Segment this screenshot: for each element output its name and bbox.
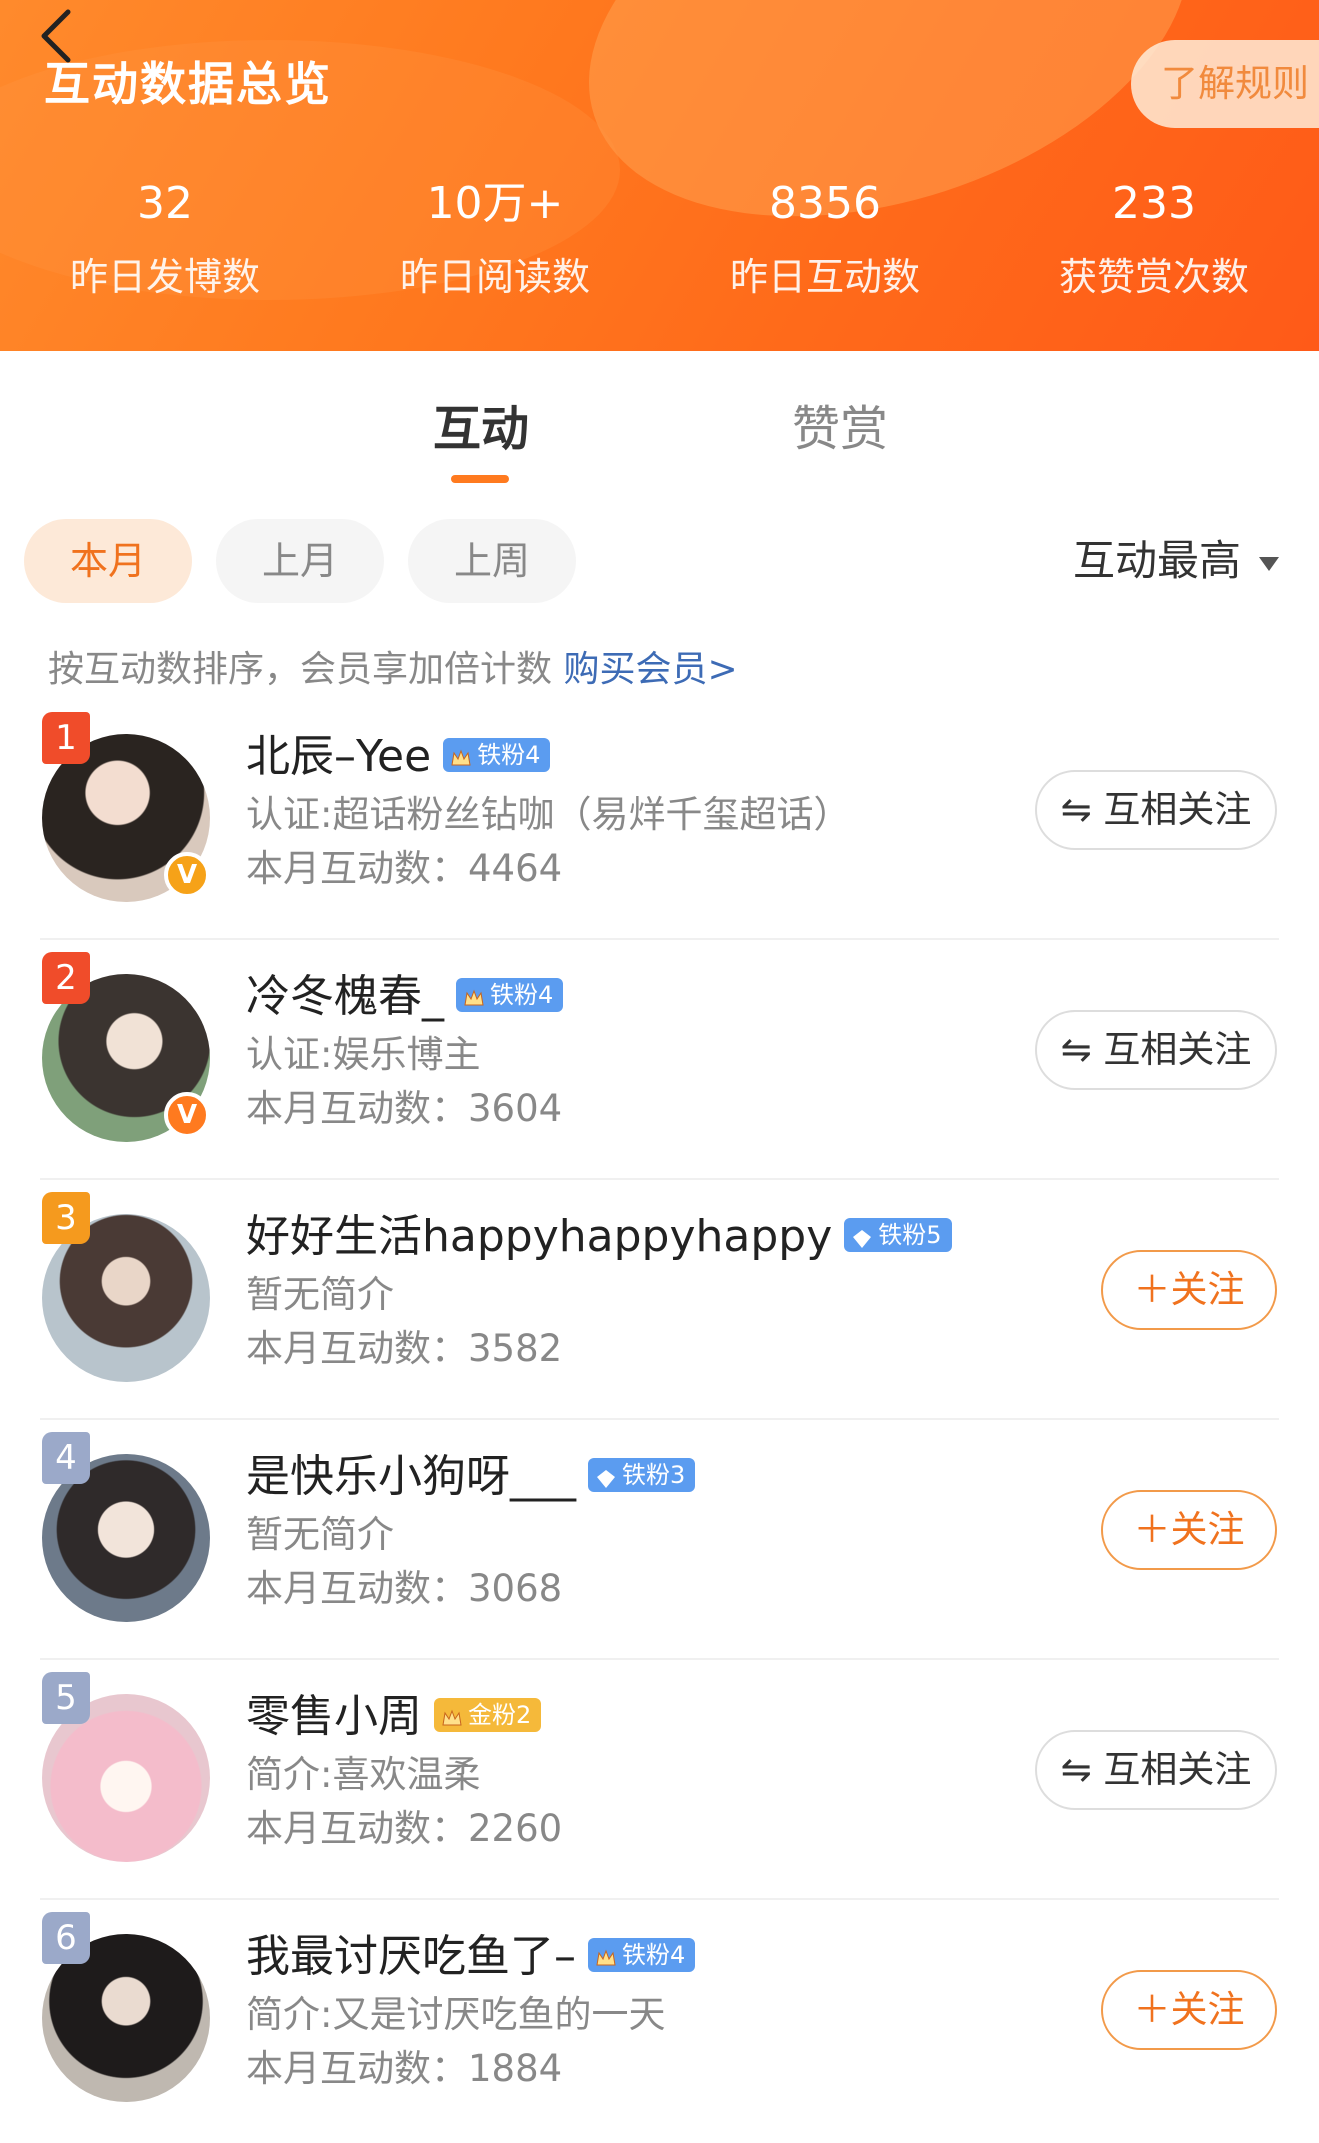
rank-badge: 6 bbox=[42, 1912, 90, 1964]
tab-active-indicator bbox=[451, 475, 509, 483]
mutual-follow-button[interactable]: ⇋ 互相关注 bbox=[1035, 770, 1277, 850]
diamond-icon bbox=[852, 1224, 872, 1248]
sort-label: 互动最高 bbox=[1072, 536, 1241, 585]
user-name[interactable]: 好好生活happyhappyhappy bbox=[246, 1211, 832, 1262]
fan-level-badge: 铁粉4 bbox=[456, 978, 564, 1012]
interaction-count: 本月互动数：2260 bbox=[246, 1807, 563, 1850]
user-name-line: 我最讨厌吃鱼了– 铁粉4 bbox=[246, 1920, 696, 1984]
crown-icon bbox=[451, 744, 471, 766]
follow-button[interactable]: ＋关注 bbox=[1101, 1250, 1277, 1330]
stat-value: 10万+ bbox=[426, 178, 564, 229]
stat-value: 32 bbox=[137, 178, 193, 229]
user-name-line: 零售小周 金粉2 bbox=[246, 1680, 542, 1744]
stat-interactions: 8356 昨日互动数 bbox=[660, 178, 990, 301]
interaction-count: 本月互动数：4464 bbox=[246, 847, 563, 890]
user-description: 暂无简介 bbox=[246, 1273, 394, 1316]
rank-badge: 2 bbox=[42, 952, 90, 1004]
interaction-count: 本月互动数：1884 bbox=[246, 2047, 563, 2090]
stat-label: 获赞赏次数 bbox=[1058, 255, 1249, 299]
user-name-line: 是快乐小狗呀___ 铁粉3 bbox=[246, 1440, 696, 1504]
fan-level-label: 铁粉5 bbox=[878, 1221, 942, 1249]
fan-level-label: 铁粉4 bbox=[490, 981, 554, 1009]
stat-label: 昨日互动数 bbox=[729, 255, 920, 299]
period-last-week[interactable]: 上周 bbox=[408, 519, 576, 603]
user-name-line: 好好生活happyhappyhappy 铁粉5 bbox=[246, 1200, 952, 1264]
hint-text: 按互动数排序，会员享加倍计数 bbox=[48, 649, 553, 690]
mutual-follow-button[interactable]: ⇋ 互相关注 bbox=[1035, 1010, 1277, 1090]
list-item[interactable]: 3 好好生活happyhappyhappy 铁粉5 暂无简介本月互动数：3582 ＋关注 bbox=[0, 1180, 1319, 1420]
fan-level-badge: 铁粉5 bbox=[844, 1218, 952, 1252]
list-item[interactable]: 1 V 北辰–Yee 铁粉4 认证:超话粉丝钻咖（易烊千玺超话） 本月互动数：4464 ⇋ … bbox=[0, 700, 1319, 940]
user-name[interactable]: 是快乐小狗呀___ bbox=[246, 1451, 576, 1502]
user-name[interactable]: 我最讨厌吃鱼了– bbox=[246, 1931, 576, 1982]
rank-badge: 4 bbox=[42, 1432, 90, 1484]
user-description: 暂无简介 bbox=[246, 1513, 394, 1556]
overview-header: 互动数据总览 了解规则 32 昨日发博数 10万+ 昨日阅读数 8356 昨日互… bbox=[0, 0, 1319, 351]
user-name[interactable]: 冷冬槐春_ bbox=[246, 971, 444, 1022]
sort-dropdown[interactable]: 互动最高 bbox=[1073, 530, 1279, 592]
user-name[interactable]: 北辰–Yee bbox=[246, 731, 431, 782]
page-title: 互动数据总览 bbox=[44, 57, 332, 111]
user-description: 认证:娱乐博主 bbox=[246, 1033, 481, 1076]
buy-membership-link[interactable]: 购买会员> bbox=[563, 649, 737, 690]
caret-down-icon bbox=[1259, 556, 1279, 571]
user-name-line: 北辰–Yee 铁粉4 bbox=[246, 720, 551, 784]
tab-reward[interactable]: 赞赏 bbox=[792, 389, 888, 459]
list-item[interactable]: 6 我最讨厌吃鱼了– 铁粉4 简介:又是讨厌吃鱼的一天 本月互动数：1884 ＋关注 bbox=[0, 1900, 1319, 2140]
follow-button[interactable]: ＋关注 bbox=[1101, 1970, 1277, 2050]
fan-level-label: 铁粉3 bbox=[622, 1461, 686, 1489]
stat-label: 昨日阅读数 bbox=[399, 255, 590, 299]
interaction-count: 本月互动数：3604 bbox=[246, 1087, 563, 1130]
user-description: 认证:超话粉丝钻咖（易烊千玺超话） bbox=[246, 793, 851, 836]
crown-icon bbox=[442, 1704, 462, 1726]
stat-rewards: 233 获赞赏次数 bbox=[989, 178, 1319, 301]
crown-icon bbox=[596, 1944, 616, 1966]
verified-badge-icon: V bbox=[164, 1092, 210, 1138]
crown-icon bbox=[464, 984, 484, 1006]
period-last-month[interactable]: 上月 bbox=[216, 519, 384, 603]
rank-badge: 3 bbox=[42, 1192, 90, 1244]
list-item[interactable]: 4 是快乐小狗呀___ 铁粉3 暂无简介本月互动数：3068 ＋关注 bbox=[0, 1420, 1319, 1660]
stat-posts: 32 昨日发博数 bbox=[0, 178, 330, 301]
stats-panel: 32 昨日发博数 10万+ 昨日阅读数 8356 昨日互动数 233 获赞赏次数 bbox=[0, 178, 1319, 301]
stat-value: 8356 bbox=[769, 178, 881, 229]
user-description: 简介:又是讨厌吃鱼的一天 bbox=[246, 1993, 666, 2036]
stat-reads: 10万+ 昨日阅读数 bbox=[330, 178, 660, 301]
user-description: 简介:喜欢温柔 bbox=[246, 1753, 481, 1796]
tab-bar: 互动 赞赏 bbox=[0, 351, 1319, 481]
follow-button[interactable]: ＋关注 bbox=[1101, 1490, 1277, 1570]
rules-button[interactable]: 了解规则 bbox=[1131, 40, 1319, 128]
fan-level-label: 铁粉4 bbox=[477, 741, 541, 769]
rank-badge: 5 bbox=[42, 1672, 90, 1724]
mutual-follow-button[interactable]: ⇋ 互相关注 bbox=[1035, 1730, 1277, 1810]
period-this-month[interactable]: 本月 bbox=[24, 519, 192, 603]
list-item[interactable]: 2 V 冷冬槐春_ 铁粉4 认证:娱乐博主本月互动数：3604 ⇋ 互相关注 bbox=[0, 940, 1319, 1180]
sort-hint: 按互动数排序，会员享加倍计数 购买会员> bbox=[48, 640, 738, 692]
user-name-line: 冷冬槐春_ 铁粉4 bbox=[246, 960, 564, 1024]
tab-interaction[interactable]: 互动 bbox=[433, 389, 529, 459]
fan-level-badge: 铁粉4 bbox=[443, 738, 551, 772]
fan-level-badge: 金粉2 bbox=[434, 1698, 542, 1732]
verified-badge-icon: V bbox=[164, 852, 210, 898]
list-item[interactable]: 5 零售小周 金粉2 简介:喜欢温柔本月互动数：2260 ⇋ 互相关注 bbox=[0, 1660, 1319, 1900]
diamond-icon bbox=[596, 1464, 616, 1488]
interaction-count: 本月互动数：3582 bbox=[246, 1327, 563, 1370]
rank-badge: 1 bbox=[42, 712, 90, 764]
fan-level-label: 铁粉4 bbox=[622, 1941, 686, 1969]
fan-level-badge: 铁粉4 bbox=[588, 1938, 696, 1972]
fan-level-label: 金粉2 bbox=[468, 1701, 532, 1729]
fan-level-badge: 铁粉3 bbox=[588, 1458, 696, 1492]
stat-label: 昨日发博数 bbox=[69, 255, 260, 299]
user-name[interactable]: 零售小周 bbox=[246, 1691, 422, 1742]
stat-value: 233 bbox=[1112, 178, 1196, 229]
interaction-count: 本月互动数：3068 bbox=[246, 1567, 563, 1610]
